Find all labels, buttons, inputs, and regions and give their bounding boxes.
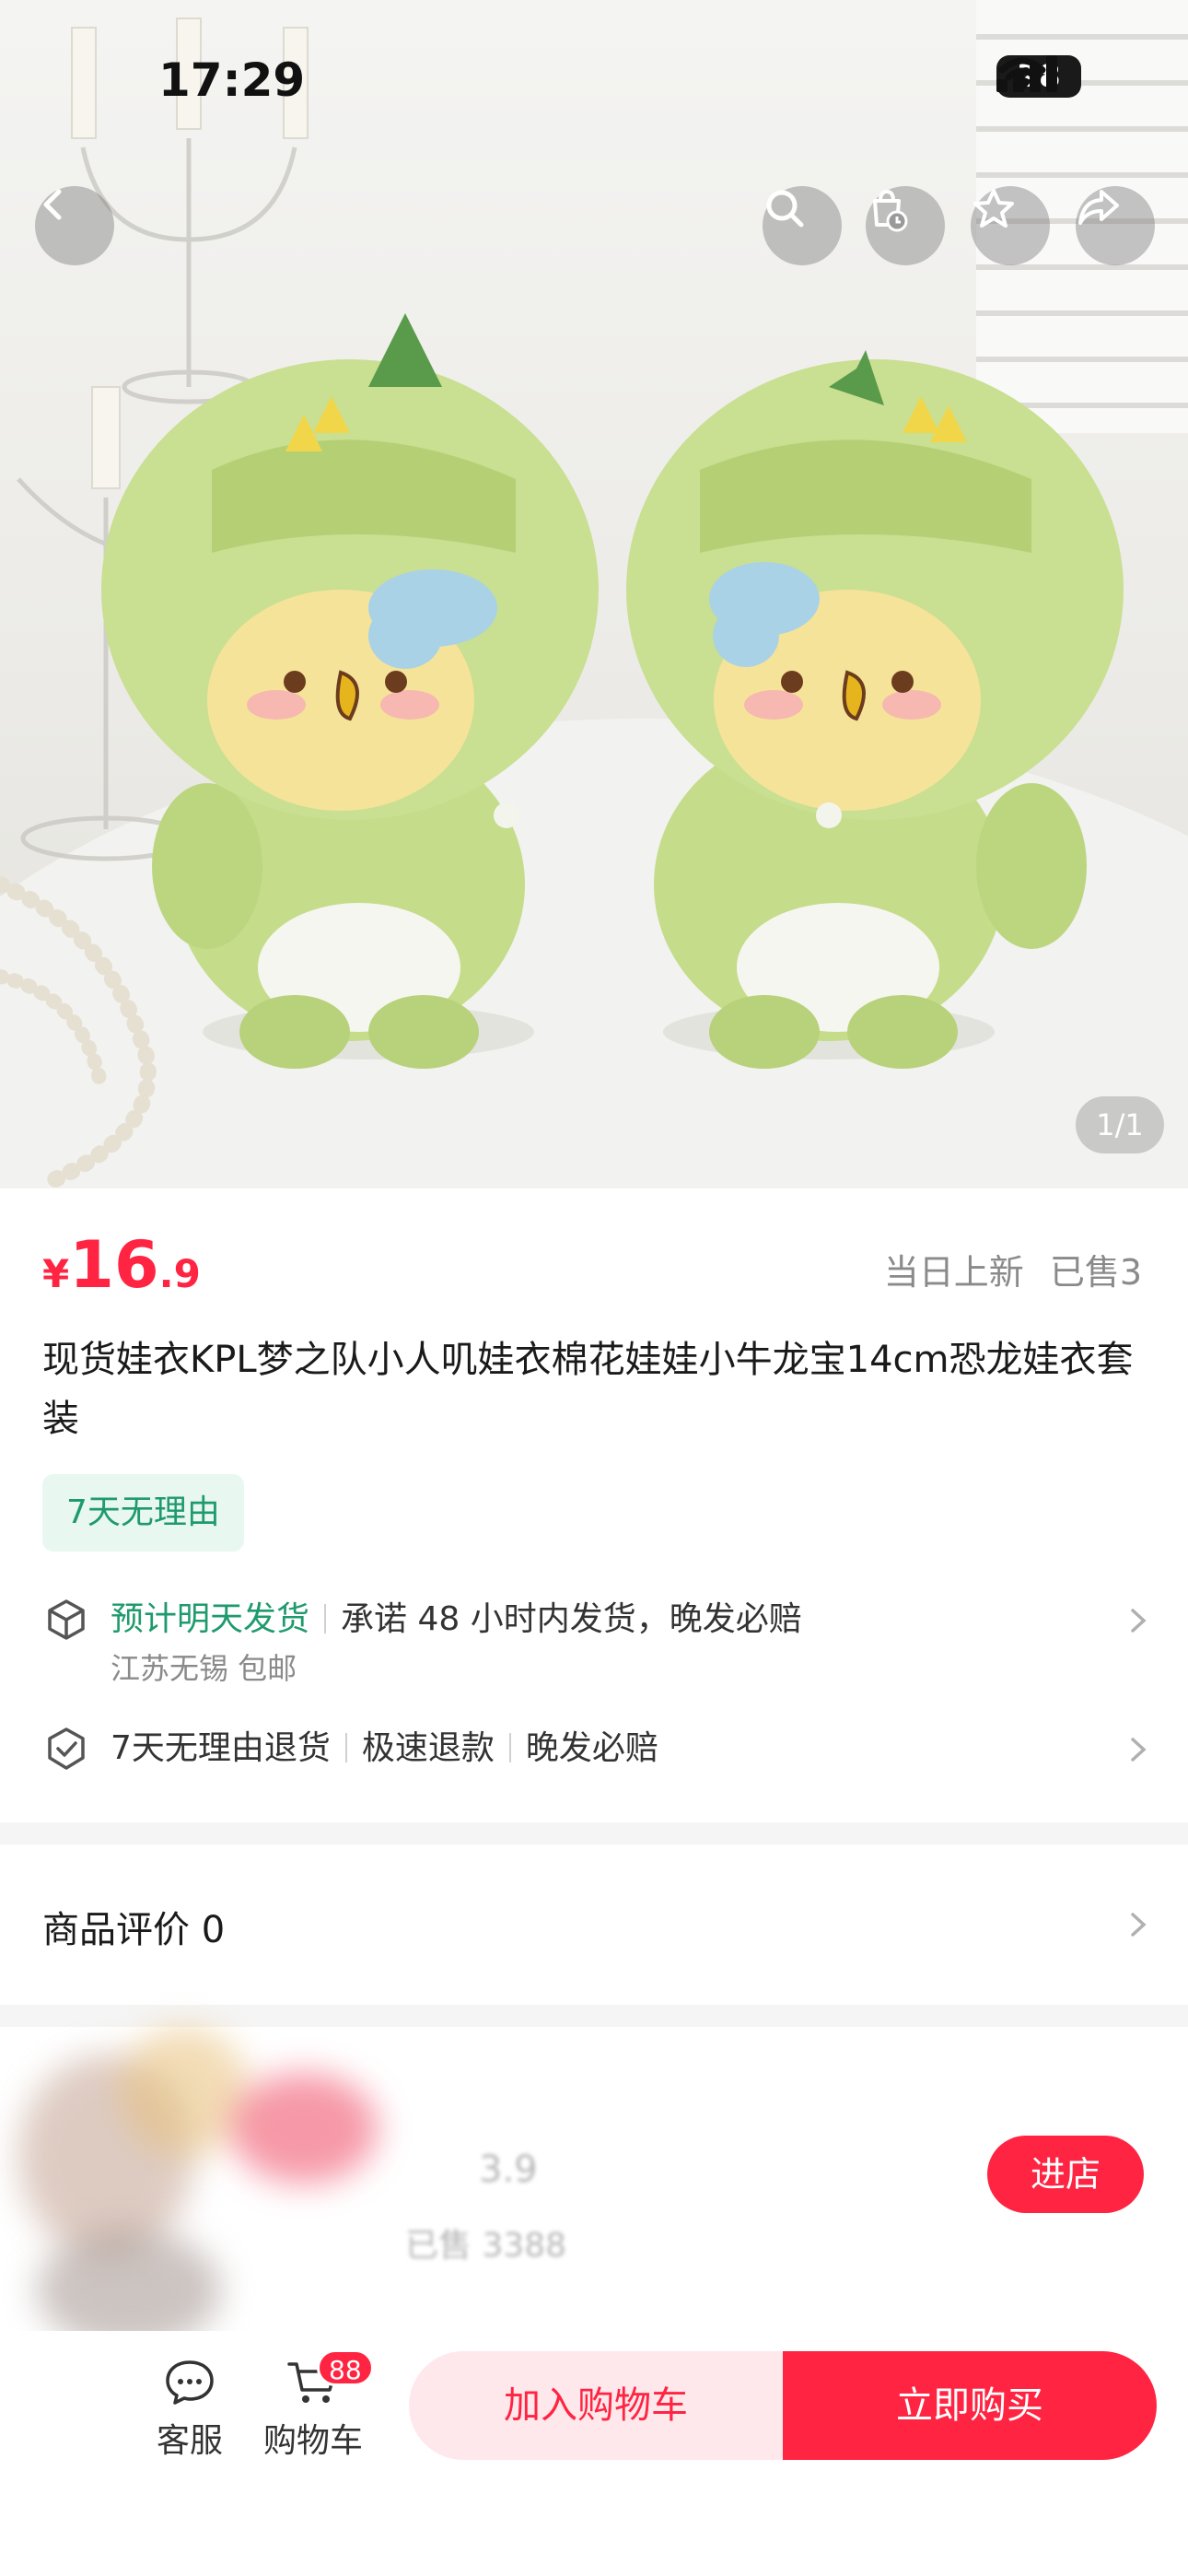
shipping-row[interactable]: 预计明天发货 承诺 48 小时内发货，晚发必赔 江苏无锡 包邮: [42, 1596, 1151, 1690]
back-icon: [43, 189, 62, 220]
add-to-cart-button[interactable]: 加入购物车: [409, 2351, 783, 2460]
search-button[interactable]: [763, 186, 842, 265]
listed-label: 当日上新: [883, 1252, 1024, 1293]
shield-check-icon: [48, 1727, 85, 1770]
guarantee-item-refund: 极速退款: [361, 1729, 495, 1767]
store-rating: 3.9: [479, 2149, 538, 2191]
shipping-origin: 江苏无锡 包邮: [111, 1651, 297, 1686]
chevron-right-icon: [1131, 1738, 1147, 1762]
guarantee-row[interactable]: 7天无理由退货 极速退款 晚发必赔: [42, 1725, 1151, 1773]
section-divider: [0, 2005, 1188, 2027]
share-icon: [1078, 190, 1119, 225]
chat-icon: [166, 2360, 214, 2405]
status-indicators: 28: [996, 55, 1081, 98]
cart-clock-icon: [873, 189, 908, 232]
price-currency: ¥: [42, 1251, 70, 1296]
star-icon: [973, 189, 1014, 228]
customer-service-button[interactable]: 客服: [157, 2359, 223, 2462]
box-icon: [48, 1599, 85, 1640]
chevron-right-icon: [1131, 1609, 1147, 1633]
product-title: 现货娃衣KPL梦之队小人叽娃衣棉花娃娃小牛龙宝14cm恐龙娃衣套装: [42, 1339, 1134, 1440]
search-icon: [766, 190, 804, 228]
price-decimal: .9: [158, 1251, 201, 1296]
service-label: 客服: [157, 2422, 224, 2460]
blur-patch: [120, 2027, 249, 2156]
blur-patch: [230, 2073, 378, 2184]
product-photo: [0, 0, 1188, 1188]
cart-label: 购物车: [263, 2422, 364, 2460]
share-button[interactable]: [1076, 186, 1155, 265]
reviews-label[interactable]: 商品评价 0: [42, 1900, 225, 1953]
product-image[interactable]: 17:29 28: [0, 0, 1188, 1188]
guarantee-item-late: 晚发必赔: [525, 1729, 658, 1767]
chevron-right-icon[interactable]: [1124, 1911, 1151, 1938]
buy-now-button[interactable]: 立即购买: [783, 2351, 1157, 2460]
favorite-button[interactable]: [971, 186, 1050, 265]
cart-count-badge: 88: [317, 2349, 374, 2386]
price-integer: 16: [69, 1227, 159, 1303]
guarantee-item-return: 7天无理由退货: [111, 1729, 331, 1767]
history-button[interactable]: [866, 186, 945, 265]
page-indicator: 1/1: [1076, 1096, 1164, 1153]
sold-count: 已售3: [1049, 1252, 1142, 1293]
status-time: 17:29: [158, 53, 306, 107]
shipping-estimate: 预计明天发货: [111, 1600, 310, 1638]
store-sold: 已售 3388: [405, 2227, 567, 2265]
enter-store-button[interactable]: 进店: [987, 2136, 1144, 2213]
wifi-icon: [998, 57, 1046, 92]
section-divider: [0, 1822, 1188, 1844]
sales-info: 当日上新 已售3: [884, 1244, 1142, 1294]
back-button[interactable]: [35, 186, 114, 265]
product-price: ¥16.9: [42, 1227, 201, 1303]
return-policy-tag: 7天无理由: [42, 1474, 244, 1551]
shipping-promise: 承诺 48 小时内发货，晚发必赔: [341, 1600, 802, 1638]
